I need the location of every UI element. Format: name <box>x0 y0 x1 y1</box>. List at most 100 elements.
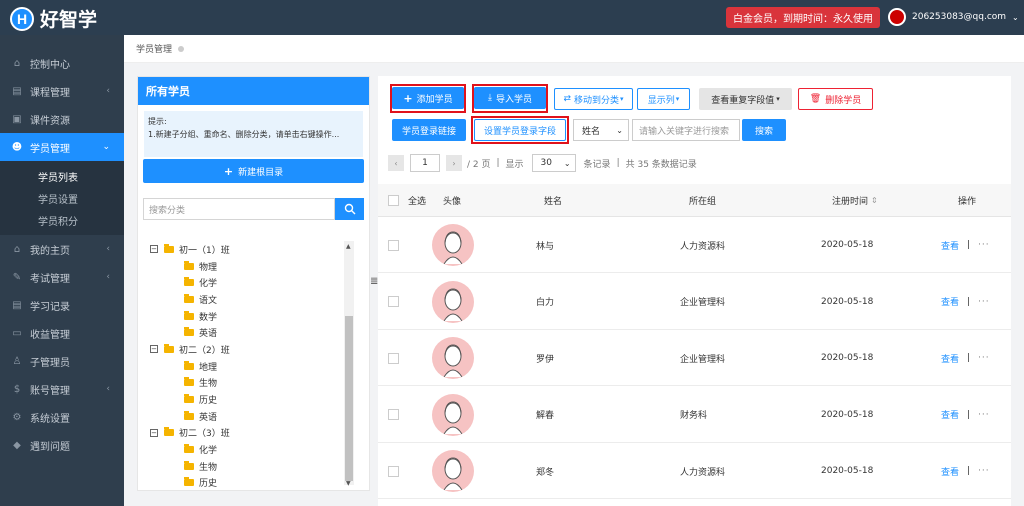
tree-item[interactable]: 语文 <box>150 291 346 308</box>
sidebar-icon: ♙ <box>12 355 22 367</box>
scroll-thumb[interactable] <box>345 316 353 481</box>
tree-group[interactable]: − 初一（1）班 <box>150 241 346 258</box>
tree-item[interactable]: 生物 <box>150 458 346 475</box>
collapse-icon[interactable]: − <box>150 245 158 254</box>
tree-item[interactable]: 生物 <box>150 375 346 392</box>
more-icon[interactable]: ··· <box>978 353 990 363</box>
checkbox[interactable] <box>388 296 399 307</box>
new-root-button[interactable]: + 新建根目录 <box>143 159 364 183</box>
show-columns-button[interactable]: 显示列 ▾ <box>637 88 690 110</box>
keyword-search-input[interactable]: 请输入关键字进行搜索 <box>632 119 740 141</box>
student-group: 企业管理科 <box>680 298 726 308</box>
vip-badge[interactable]: 白金会员，到期时间：永久使用 <box>726 7 880 28</box>
page-size-select[interactable]: 30 ⌄ <box>531 154 576 172</box>
student-name: 白力 <box>536 298 555 308</box>
sidebar-item-9[interactable]: $ 账号管理 ‹ <box>0 375 124 403</box>
sidebar-item-10[interactable]: ⚙ 系统设置 <box>0 403 124 431</box>
sidebar-subitem-1[interactable]: 学员设置 <box>0 187 124 209</box>
sidebar-item-8[interactable]: ♙ 子管理员 <box>0 347 124 375</box>
next-page-icon[interactable]: › <box>446 155 462 171</box>
row-checkbox[interactable] <box>388 274 399 330</box>
scroll-down-icon[interactable]: ▼ <box>346 480 351 487</box>
view-link[interactable]: 查看 <box>941 465 959 478</box>
breadcrumb-label[interactable]: 学员管理 <box>136 42 172 55</box>
panel-title: 所有学员 <box>138 77 369 105</box>
view-link[interactable]: 查看 <box>941 352 959 365</box>
checkbox[interactable] <box>388 409 399 420</box>
collapse-icon[interactable]: − <box>150 345 158 354</box>
search-icon <box>344 203 355 215</box>
search-button[interactable]: 搜索 <box>742 119 786 141</box>
tree-group[interactable]: − 初二（3）班 <box>150 425 346 442</box>
tree-label: 生物 <box>199 462 218 473</box>
sidebar-item-4[interactable]: ⌂ 我的主页 ‹ <box>0 235 124 263</box>
more-icon[interactable]: ··· <box>978 466 990 476</box>
breadcrumb-close-icon[interactable] <box>178 45 185 52</box>
view-link[interactable]: 查看 <box>941 408 959 421</box>
collapse-icon[interactable]: − <box>150 428 158 437</box>
more-icon[interactable]: ··· <box>978 410 990 420</box>
tree-item[interactable]: 地理 <box>150 358 346 375</box>
row-checkbox[interactable] <box>388 217 399 273</box>
tree-item[interactable]: 化学 <box>150 441 346 458</box>
tree-item[interactable]: 英语 <box>150 324 346 341</box>
user-menu[interactable]: 206253083@qq.com ⌄ <box>888 8 1019 26</box>
row-actions: 查看 | ··· <box>941 330 990 386</box>
login-link-button[interactable]: 学员登录链接 <box>392 119 466 141</box>
reg-time-column-header[interactable]: 注册时间 ⇕ <box>832 184 878 217</box>
sidebar-subitem-2[interactable]: 学员积分 <box>0 209 124 231</box>
more-icon[interactable]: ··· <box>978 240 990 250</box>
tree-item[interactable]: 化学 <box>150 274 346 291</box>
tree-item[interactable]: 数学 <box>150 308 346 325</box>
sidebar-item-6[interactable]: ▤ 学习记录 <box>0 291 124 319</box>
checkbox[interactable] <box>388 195 399 206</box>
student-group: 财务科 <box>680 411 708 421</box>
sidebar-item-11[interactable]: ◆ 遇到问题 <box>0 431 124 459</box>
sidebar-item-3[interactable]: ☻ 学员管理 ⌄ <box>0 133 124 161</box>
view-duplicates-button[interactable]: 查看重复字段值 ▾ <box>699 88 792 110</box>
select-all-checkbox[interactable] <box>388 184 399 217</box>
search-button[interactable] <box>335 198 364 220</box>
delete-students-button[interactable]: 🗑 删除学员 <box>798 88 873 110</box>
view-link[interactable]: 查看 <box>941 295 959 308</box>
tree-label: 物理 <box>199 262 218 273</box>
move-to-category-button[interactable]: ⇄ 移动到分类 ▾ <box>554 88 633 110</box>
page-number-input[interactable]: 1 <box>410 154 440 172</box>
sort-icon[interactable]: ⇕ <box>871 196 878 205</box>
scroll-up-icon[interactable]: ▲ <box>346 243 351 250</box>
row-checkbox[interactable] <box>388 387 399 443</box>
category-search-input[interactable]: 搜索分类 <box>143 198 335 220</box>
sidebar-item-5[interactable]: ✎ 考试管理 ‹ <box>0 263 124 291</box>
row-actions: 查看 | ··· <box>941 387 990 443</box>
checkbox[interactable] <box>388 239 399 251</box>
view-link[interactable]: 查看 <box>941 239 959 252</box>
action-separator: | <box>967 240 971 250</box>
sidebar-item-label: 考试管理 <box>30 273 70 285</box>
sidebar-item-2[interactable]: ▣ 课件资源 <box>0 105 124 133</box>
row-checkbox[interactable] <box>388 443 399 499</box>
sidebar-item-0[interactable]: ⌂ 控制中心 <box>0 49 124 77</box>
checkbox[interactable] <box>388 352 399 364</box>
sidebar-item-label: 系统设置 <box>30 413 70 425</box>
tree-scrollbar[interactable]: ▲ ▼ <box>344 241 354 487</box>
breadcrumb: 学员管理 <box>124 35 1024 63</box>
prev-page-icon[interactable]: ‹ <box>388 155 404 171</box>
sidebar-item-1[interactable]: ▤ 课程管理 ‹ <box>0 77 124 105</box>
student-group: 企业管理科 <box>680 354 726 365</box>
tree-item[interactable]: 历史 <box>150 391 346 408</box>
more-icon[interactable]: ··· <box>978 297 990 307</box>
sidebar-item-7[interactable]: ▭ 收益管理 <box>0 319 124 347</box>
row-actions: 查看 | ··· <box>941 443 990 499</box>
tree-item[interactable]: 历史 <box>150 475 346 491</box>
sidebar-item-label: 遇到问题 <box>30 441 70 453</box>
sidebar-arrow-icon: ‹ <box>106 384 110 394</box>
top-bar: H 好智学 白金会员，到期时间：永久使用 206253083@qq.com ⌄ <box>0 0 1024 35</box>
logo[interactable]: H 好智学 <box>10 5 97 32</box>
tree-item[interactable]: 英语 <box>150 408 346 425</box>
row-checkbox[interactable] <box>388 330 399 386</box>
sidebar-subitem-0[interactable]: 学员列表 <box>0 165 124 187</box>
tree-group[interactable]: − 初二（2）班 <box>150 341 346 358</box>
tree-item[interactable]: 物理 <box>150 258 346 275</box>
search-field-select[interactable]: 姓名 ⌄ <box>573 119 629 141</box>
checkbox[interactable] <box>388 465 399 477</box>
